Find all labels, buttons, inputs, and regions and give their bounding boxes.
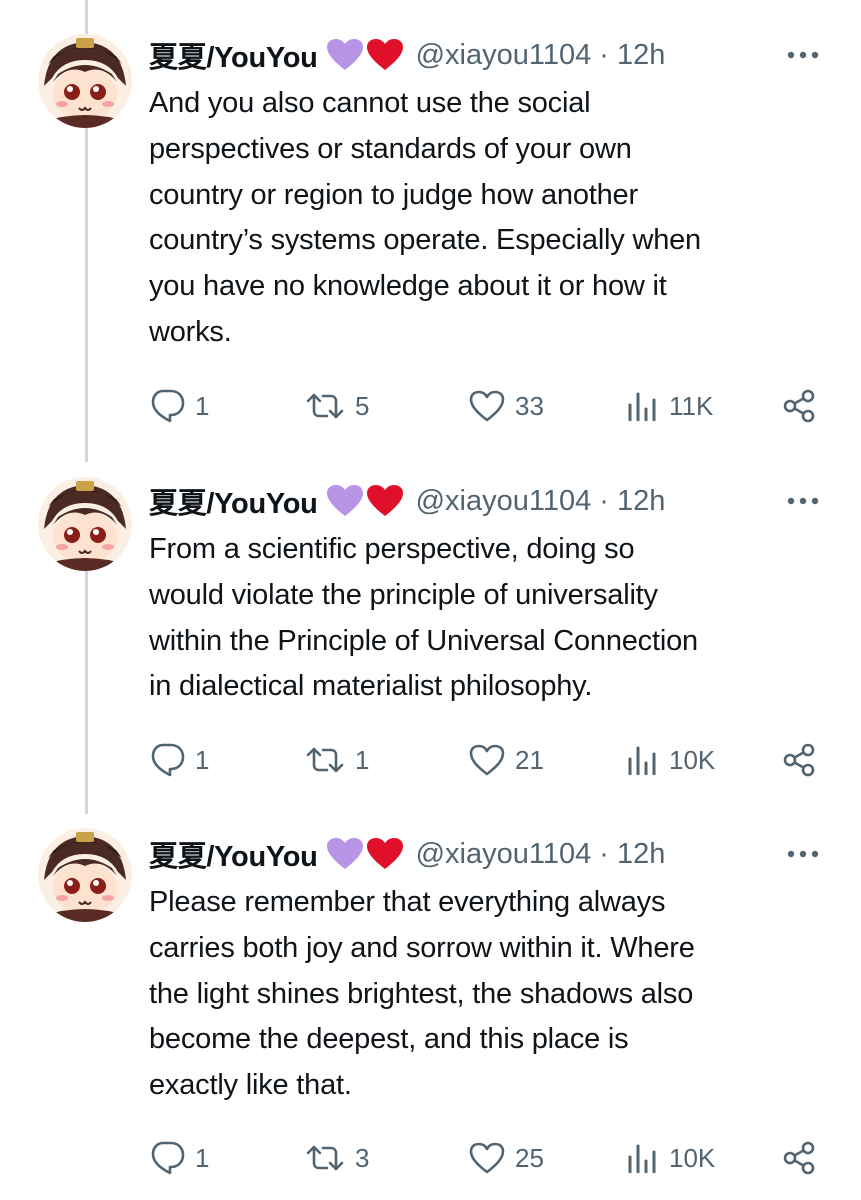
views-button[interactable]: 10K	[627, 740, 715, 780]
like-button[interactable]: 33	[469, 386, 544, 426]
more-options-button[interactable]	[785, 487, 821, 515]
views-count: 11K	[669, 390, 714, 421]
share-button[interactable]	[781, 1138, 817, 1178]
tweet[interactable]: 夏夏/YouYou @xiayou1104 · 12h Please remem…	[0, 820, 861, 1200]
share-button[interactable]	[781, 386, 817, 426]
reply-icon	[151, 389, 185, 423]
handle-and-time[interactable]: @xiayou1104 · 12h	[416, 838, 666, 871]
red-heart-icon	[366, 838, 403, 869]
purple-heart-icon	[326, 838, 363, 869]
tweet[interactable]: 夏夏/YouYou @xiayou1104 · 12h And you also…	[0, 0, 861, 455]
handle-and-time[interactable]: @xiayou1104 · 12h	[416, 39, 666, 72]
retweet-button[interactable]: 3	[305, 1138, 369, 1178]
views-icon	[628, 392, 656, 421]
share-button[interactable]	[781, 740, 817, 780]
red-heart-icon	[366, 39, 403, 70]
share-icon	[783, 743, 815, 777]
like-button[interactable]: 25	[469, 1138, 544, 1178]
views-icon	[628, 746, 656, 775]
reply-button[interactable]: 1	[149, 1138, 209, 1178]
retweet-count: 1	[355, 744, 370, 775]
reply-count: 1	[195, 1142, 210, 1173]
reply-button[interactable]: 1	[149, 740, 209, 780]
avatar[interactable]	[38, 34, 132, 128]
retweet-button[interactable]: 1	[305, 740, 369, 780]
retweet-icon	[306, 747, 344, 773]
name-emoji	[326, 484, 404, 518]
avatar[interactable]	[38, 828, 132, 922]
retweet-icon	[306, 393, 344, 419]
avatar[interactable]	[38, 477, 132, 571]
display-name[interactable]: 夏夏/YouYou	[149, 34, 318, 76]
like-count: 25	[515, 1142, 544, 1173]
more-options-button[interactable]	[785, 840, 821, 868]
tweet-text: And you also cannot use the social persp…	[149, 87, 701, 348]
views-count: 10K	[669, 744, 716, 775]
red-heart-icon	[366, 485, 403, 516]
handle-and-time[interactable]: @xiayou1104 · 12h	[416, 485, 666, 518]
retweet-button[interactable]: 5	[305, 386, 369, 426]
share-icon	[783, 389, 815, 423]
name-emoji	[326, 837, 404, 871]
reply-icon	[151, 1141, 185, 1175]
views-icon	[628, 1144, 656, 1173]
purple-heart-icon	[326, 485, 363, 516]
retweet-count: 5	[355, 390, 370, 421]
like-button[interactable]: 21	[469, 740, 544, 780]
tweet-actions: 1 5 33 11K	[149, 386, 829, 426]
reply-button[interactable]: 1	[149, 386, 209, 426]
tweet[interactable]: 夏夏/YouYou @xiayou1104 · 12h From a scien…	[0, 455, 861, 820]
views-button[interactable]: 10K	[627, 1138, 715, 1178]
purple-heart-icon	[326, 39, 363, 70]
reply-icon	[151, 743, 185, 777]
views-count: 10K	[669, 1142, 716, 1173]
tweet-text: From a scientific perspective, doing so …	[149, 533, 698, 703]
reply-count: 1	[195, 744, 210, 775]
tweet-actions: 1 3 25 10K	[149, 1138, 829, 1178]
more-icon	[787, 497, 819, 505]
views-button[interactable]: 11K	[627, 386, 713, 426]
like-icon	[469, 390, 505, 422]
tweet-text: Please remember that everything always c…	[149, 886, 695, 1102]
display-name[interactable]: 夏夏/YouYou	[149, 833, 318, 875]
retweet-icon	[306, 1145, 344, 1171]
like-count: 33	[515, 390, 544, 421]
retweet-count: 3	[355, 1142, 370, 1173]
like-icon	[469, 1142, 505, 1174]
more-icon	[787, 51, 819, 59]
like-icon	[469, 744, 505, 776]
more-options-button[interactable]	[785, 41, 821, 69]
share-icon	[783, 1141, 815, 1175]
name-emoji	[326, 38, 404, 72]
tweet-actions: 1 1 21 10K	[149, 740, 829, 780]
display-name[interactable]: 夏夏/YouYou	[149, 480, 318, 522]
like-count: 21	[515, 744, 544, 775]
more-icon	[787, 850, 819, 858]
reply-count: 1	[195, 390, 210, 421]
